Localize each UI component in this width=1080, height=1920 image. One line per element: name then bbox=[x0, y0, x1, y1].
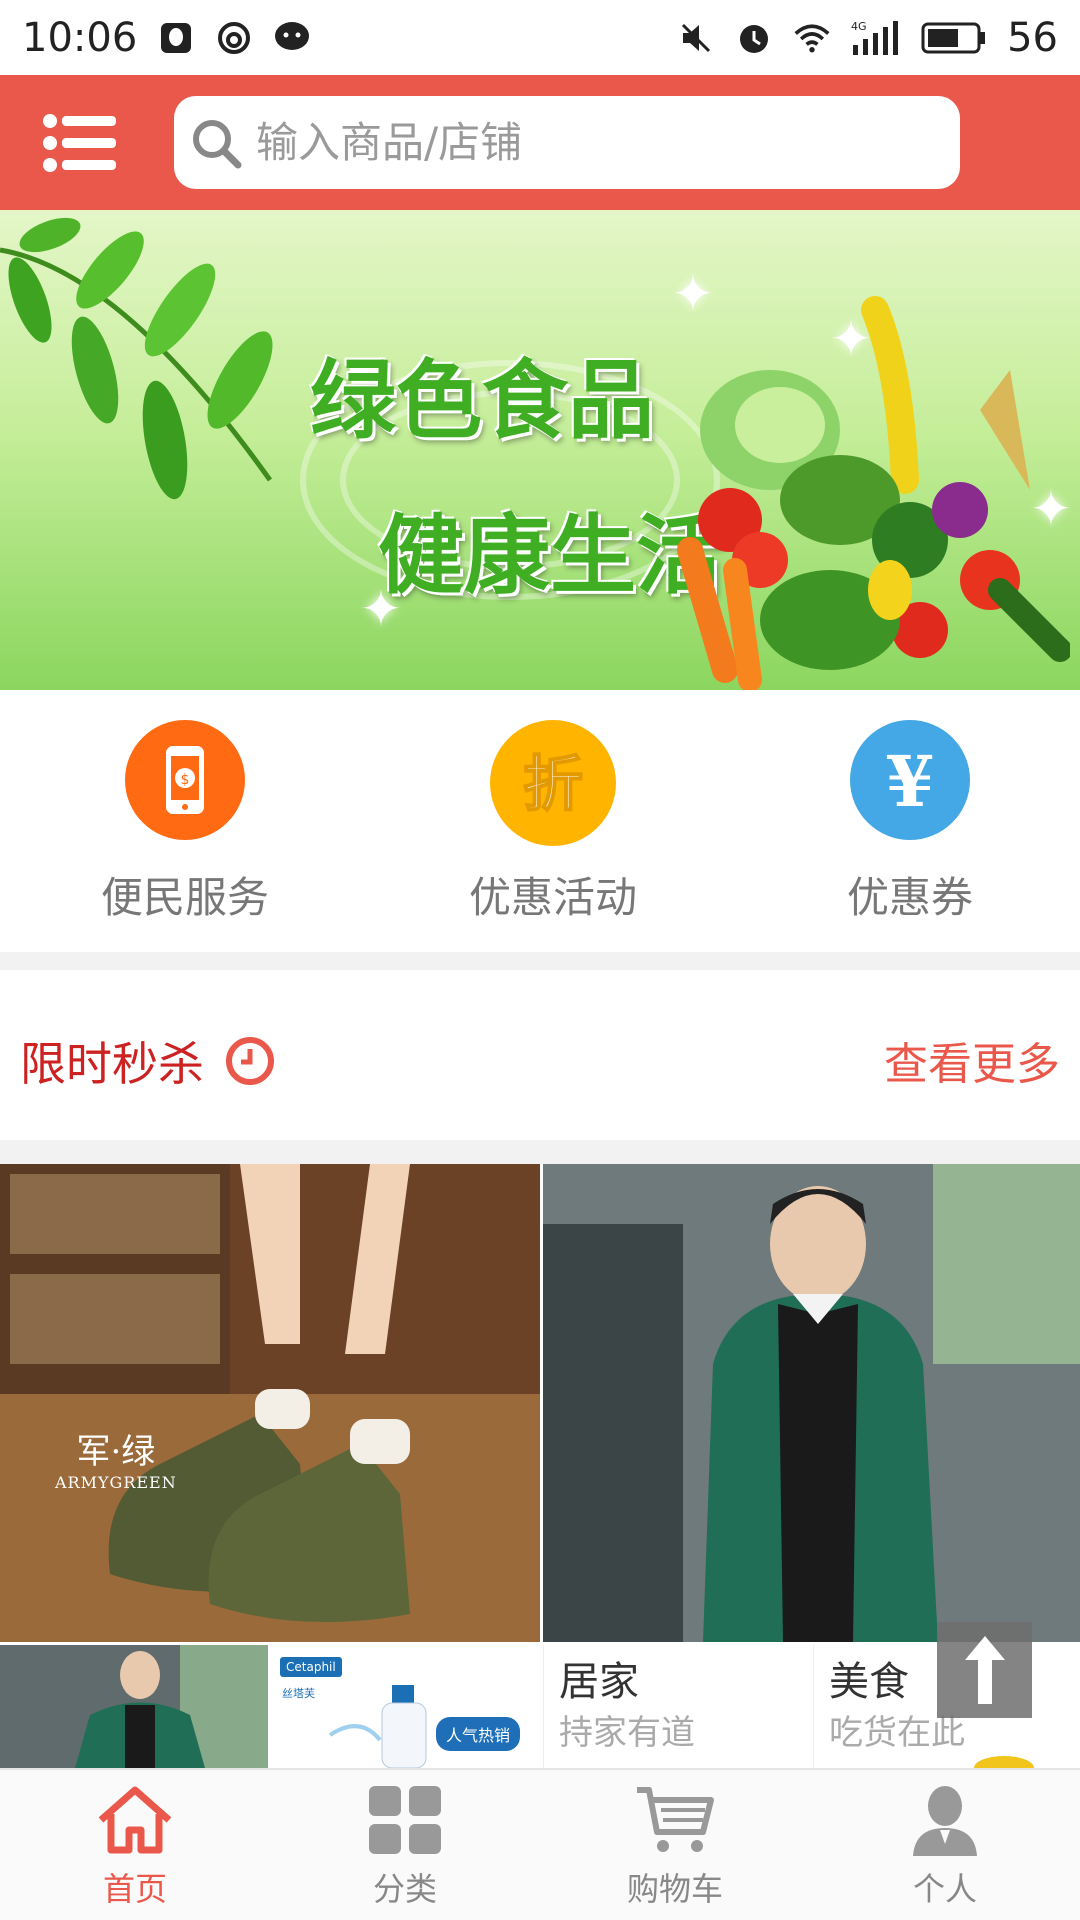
product-brand-tag: 军·绿 ARMYGREEN bbox=[55, 1424, 177, 1492]
svg-text:¥: ¥ bbox=[886, 740, 935, 820]
app-header bbox=[0, 75, 1080, 210]
category-home[interactable]: 居家 持家有道 bbox=[543, 1645, 811, 1768]
bottom-tab-bar: 首页 分类 购物车 个人 bbox=[0, 1768, 1080, 1920]
back-to-top-button[interactable] bbox=[937, 1622, 1032, 1718]
grid-icon bbox=[369, 1786, 441, 1854]
tab-profile[interactable]: 个人 bbox=[810, 1770, 1080, 1920]
section-divider bbox=[0, 952, 1080, 970]
user-icon bbox=[913, 1786, 977, 1856]
search-icon bbox=[193, 119, 242, 168]
battery-level: 56 bbox=[1007, 14, 1058, 61]
menu-button[interactable] bbox=[32, 108, 127, 178]
tab-label: 个人 bbox=[912, 1870, 977, 1908]
quick-link-label: 便民服务 bbox=[100, 873, 269, 922]
vegetables-illustration bbox=[677, 296, 1070, 690]
network-type-text: 4G bbox=[851, 20, 867, 33]
product-jacket-card[interactable] bbox=[543, 1164, 1080, 1642]
phone-payment-icon: $ bbox=[125, 720, 245, 840]
view-more-link[interactable]: 查看更多 bbox=[884, 1028, 1060, 1092]
weibo-notification-icon bbox=[215, 19, 253, 57]
model-thumb-illustration bbox=[0, 1645, 268, 1768]
quick-link-coupon[interactable]: ¥ 优惠券 bbox=[790, 720, 1030, 925]
category-cetaphil-thumb[interactable]: Cetaphil 丝塔芙 人气热销 bbox=[270, 1645, 540, 1768]
category-title: 居家 bbox=[559, 1659, 639, 1705]
tab-label: 分类 bbox=[372, 1870, 437, 1908]
tab-label: 购物车 bbox=[626, 1870, 723, 1908]
arrow-up-icon bbox=[964, 1636, 1005, 1704]
banner-headline: 绿色食品 bbox=[310, 351, 654, 451]
battery-icon bbox=[921, 19, 987, 57]
qq-notification-icon bbox=[157, 19, 195, 57]
quick-link-service[interactable]: $ 便民服务 bbox=[65, 720, 305, 925]
promo-banner[interactable]: 绿色食品 健康生活 ✦ ✦ ✦ ✦ bbox=[0, 210, 1080, 690]
svg-text:折: 折 bbox=[523, 750, 583, 820]
search-input[interactable] bbox=[256, 118, 896, 167]
category-model-thumb[interactable] bbox=[0, 1645, 268, 1768]
mute-icon bbox=[677, 19, 715, 57]
discount-icon: 折 bbox=[490, 720, 616, 846]
search-box[interactable] bbox=[174, 96, 960, 189]
sparkle-icon: ✦ bbox=[360, 580, 402, 638]
signal-4g-icon: 4G bbox=[851, 19, 901, 57]
flash-sale-title: 限时秒杀 bbox=[20, 1028, 276, 1094]
brand-name-en: ARMYGREEN bbox=[55, 1473, 177, 1492]
status-time: 10:06 bbox=[22, 14, 138, 61]
category-subtitle: 持家有道 bbox=[559, 1713, 695, 1753]
tab-home[interactable]: 首页 bbox=[0, 1770, 270, 1920]
shelf-illustration bbox=[0, 1164, 540, 1642]
list-menu-icon bbox=[42, 113, 116, 172]
hot-sale-badge: 人气热销 bbox=[435, 1717, 520, 1751]
status-bar: 10:06 4G 56 bbox=[0, 0, 1080, 75]
tab-cart[interactable]: 购物车 bbox=[540, 1770, 810, 1920]
tab-category[interactable]: 分类 bbox=[270, 1770, 540, 1920]
leaves-illustration bbox=[0, 217, 273, 500]
quick-links: $ 便民服务 折 优惠活动 ¥ 优惠券 bbox=[0, 690, 1080, 952]
flash-sale-header: 限时秒杀 查看更多 bbox=[0, 970, 1080, 1140]
clock-icon bbox=[226, 1037, 274, 1085]
wechat-notification-icon bbox=[273, 19, 311, 57]
svg-text:$: $ bbox=[181, 772, 190, 788]
cart-icon bbox=[637, 1787, 714, 1852]
wifi-icon bbox=[793, 19, 831, 57]
flash-sale-title-text: 限时秒杀 bbox=[20, 1037, 204, 1091]
product-boots-card[interactable]: 军·绿 ARMYGREEN bbox=[0, 1164, 540, 1642]
alarm-icon bbox=[735, 19, 773, 57]
quick-link-label: 优惠活动 bbox=[468, 873, 637, 922]
quick-link-label: 优惠券 bbox=[846, 873, 973, 922]
model-illustration bbox=[543, 1164, 1080, 1642]
section-divider bbox=[0, 1140, 1080, 1164]
quick-link-discount[interactable]: 折 优惠活动 bbox=[433, 720, 673, 925]
home-icon bbox=[98, 1786, 172, 1854]
yen-coupon-icon: ¥ bbox=[850, 720, 970, 840]
brand-name-cn: 军·绿 bbox=[76, 1432, 156, 1472]
tab-label: 首页 bbox=[102, 1870, 167, 1908]
